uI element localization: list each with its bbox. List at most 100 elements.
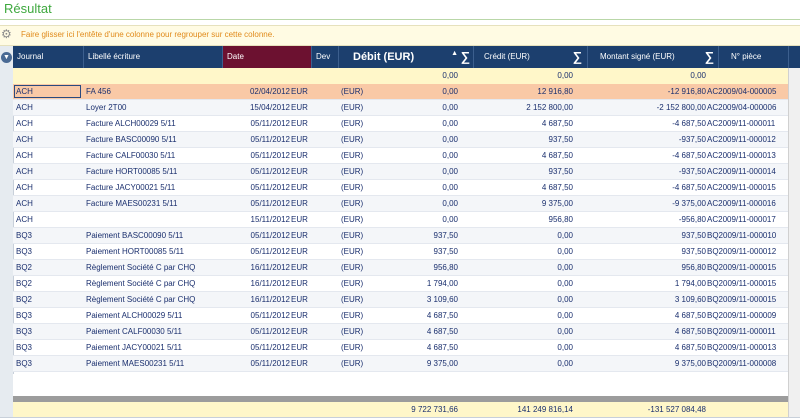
vertical-scrollbar[interactable] bbox=[788, 68, 800, 418]
column-header-libelle[interactable]: Libellé écriture bbox=[84, 46, 223, 68]
cell-devise[interactable]: EUR bbox=[291, 276, 311, 292]
cell-journal[interactable]: ACH bbox=[16, 84, 82, 100]
cell-credit[interactable]: 0,00 bbox=[474, 308, 573, 324]
cell-piece[interactable]: AC2009/04-000005 bbox=[707, 84, 787, 100]
cell-debit[interactable]: 4 687,50 bbox=[385, 324, 458, 340]
table-row[interactable]: BQ3 Paiement JACY00021 5/11 05/11/2012 EUR (… bbox=[13, 340, 788, 356]
cell-journal[interactable]: BQ3 bbox=[16, 308, 82, 324]
cell-piece[interactable]: BQ2009/11-000015 bbox=[707, 260, 787, 276]
cell-piece[interactable]: AC2009/11-000017 bbox=[707, 212, 787, 228]
column-header-debit[interactable]: Débit (EUR) ∑ ▲ bbox=[339, 46, 474, 68]
cell-credit[interactable]: 0,00 bbox=[474, 276, 573, 292]
cell-credit[interactable]: 937,50 bbox=[474, 132, 573, 148]
cell-piece[interactable]: BQ2009/11-000010 bbox=[707, 228, 787, 244]
cell-montant-signe[interactable]: 937,50 bbox=[588, 244, 706, 260]
cell-devise[interactable]: EUR bbox=[291, 212, 311, 228]
table-row[interactable]: BQ3 Paiement ALCH00029 5/11 05/11/2012 EUR (… bbox=[13, 308, 788, 324]
cell-credit[interactable]: 4 687,50 bbox=[474, 116, 573, 132]
column-header-piece[interactable]: N° pièce bbox=[719, 46, 788, 68]
cell-libelle[interactable]: Loyer 2T00 bbox=[86, 100, 221, 116]
cell-date[interactable]: 05/11/2012 bbox=[225, 180, 290, 196]
column-chooser-icon[interactable]: ▼ bbox=[1, 52, 12, 63]
cell-journal[interactable]: BQ3 bbox=[16, 324, 82, 340]
cell-credit[interactable]: 0,00 bbox=[474, 356, 573, 372]
cell-montant-signe[interactable]: 3 109,60 bbox=[588, 292, 706, 308]
column-header-journal[interactable]: Journal bbox=[13, 46, 84, 68]
cell-libelle[interactable]: Paiement MAES00231 5/11 bbox=[86, 356, 221, 372]
cell-montant-signe[interactable]: 1 794,00 bbox=[588, 276, 706, 292]
cell-journal[interactable]: ACH bbox=[16, 148, 82, 164]
cell-journal[interactable]: ACH bbox=[16, 180, 82, 196]
cell-piece[interactable]: AC2009/11-000013 bbox=[707, 148, 787, 164]
cell-montant-signe[interactable]: -2 152 800,00 bbox=[588, 100, 706, 116]
cell-piece[interactable]: BQ2009/11-000008 bbox=[707, 356, 787, 372]
cell-piece[interactable]: AC2009/04-000006 bbox=[707, 100, 787, 116]
cell-devise[interactable]: EUR bbox=[291, 308, 311, 324]
column-header-credit[interactable]: Crédit (EUR) ∑ bbox=[474, 46, 588, 68]
table-row[interactable]: ACH 15/11/2012 EUR (EUR) 0,00 956,80 -956,80 AC… bbox=[13, 212, 788, 228]
cell-piece[interactable]: AC2009/11-000012 bbox=[707, 132, 787, 148]
cell-piece[interactable]: BQ2009/11-000012 bbox=[707, 244, 787, 260]
cell-debit[interactable]: 0,00 bbox=[385, 196, 458, 212]
group-by-panel[interactable]: ⚙ Faire glisser ici l'entête d'une colon… bbox=[0, 25, 800, 46]
table-row[interactable]: BQ3 Paiement CALF00030 5/11 05/11/2012 EUR (… bbox=[13, 324, 788, 340]
cell-journal[interactable]: ACH bbox=[16, 116, 82, 132]
cell-credit[interactable]: 0,00 bbox=[474, 340, 573, 356]
cell-devise-label[interactable]: (EUR) bbox=[341, 356, 381, 372]
cell-montant-signe[interactable]: -4 687,50 bbox=[588, 180, 706, 196]
cell-montant-signe[interactable]: -9 375,00 bbox=[588, 196, 706, 212]
gear-icon[interactable]: ⚙ bbox=[1, 28, 13, 40]
cell-date[interactable]: 16/11/2012 bbox=[225, 276, 290, 292]
cell-devise-label[interactable]: (EUR) bbox=[341, 340, 381, 356]
cell-devise[interactable]: EUR bbox=[291, 84, 311, 100]
cell-credit[interactable]: 0,00 bbox=[474, 228, 573, 244]
cell-journal[interactable]: BQ2 bbox=[16, 292, 82, 308]
table-row[interactable]: BQ3 Paiement MAES00231 5/11 05/11/2012 EUR (… bbox=[13, 356, 788, 372]
cell-devise[interactable]: EUR bbox=[291, 292, 311, 308]
cell-devise-label[interactable]: (EUR) bbox=[341, 244, 381, 260]
cell-piece[interactable]: AC2009/11-000014 bbox=[707, 164, 787, 180]
cell-devise[interactable]: EUR bbox=[291, 148, 311, 164]
cell-devise[interactable]: EUR bbox=[291, 116, 311, 132]
cell-libelle[interactable]: Facture MAES00231 5/11 bbox=[86, 196, 221, 212]
cell-libelle[interactable]: FA 456 bbox=[86, 84, 221, 100]
cell-devise-label[interactable]: (EUR) bbox=[341, 180, 381, 196]
cell-debit[interactable]: 1 794,00 bbox=[385, 276, 458, 292]
table-row[interactable]: ACH Facture ALCH00029 5/11 05/11/2012 EUR (E… bbox=[13, 116, 788, 132]
cell-devise-label[interactable]: (EUR) bbox=[341, 324, 381, 340]
cell-devise-label[interactable]: (EUR) bbox=[341, 228, 381, 244]
cell-journal[interactable]: BQ3 bbox=[16, 228, 82, 244]
cell-libelle[interactable]: Facture CALF00030 5/11 bbox=[86, 148, 221, 164]
cell-devise-label[interactable]: (EUR) bbox=[341, 292, 381, 308]
cell-montant-signe[interactable]: -937,50 bbox=[588, 164, 706, 180]
cell-journal[interactable]: ACH bbox=[16, 212, 82, 228]
cell-devise[interactable]: EUR bbox=[291, 324, 311, 340]
cell-devise[interactable]: EUR bbox=[291, 180, 311, 196]
cell-debit[interactable]: 0,00 bbox=[385, 164, 458, 180]
cell-journal[interactable]: ACH bbox=[16, 164, 82, 180]
cell-date[interactable]: 05/11/2012 bbox=[225, 132, 290, 148]
cell-montant-signe[interactable]: 4 687,50 bbox=[588, 340, 706, 356]
cell-libelle[interactable]: Facture HORT00085 5/11 bbox=[86, 164, 221, 180]
cell-devise-label[interactable]: (EUR) bbox=[341, 100, 381, 116]
cell-debit[interactable]: 3 109,60 bbox=[385, 292, 458, 308]
cell-debit[interactable]: 0,00 bbox=[385, 148, 458, 164]
cell-devise[interactable]: EUR bbox=[291, 164, 311, 180]
cell-devise[interactable]: EUR bbox=[291, 196, 311, 212]
cell-date[interactable]: 05/11/2012 bbox=[225, 228, 290, 244]
cell-devise-label[interactable]: (EUR) bbox=[341, 148, 381, 164]
cell-devise-label[interactable]: (EUR) bbox=[341, 276, 381, 292]
cell-credit[interactable]: 4 687,50 bbox=[474, 180, 573, 196]
cell-montant-signe[interactable]: -4 687,50 bbox=[588, 116, 706, 132]
cell-montant-signe[interactable]: -12 916,80 bbox=[588, 84, 706, 100]
cell-journal[interactable]: ACH bbox=[16, 132, 82, 148]
cell-debit[interactable]: 0,00 bbox=[385, 180, 458, 196]
cell-piece[interactable]: BQ2009/11-000013 bbox=[707, 340, 787, 356]
cell-libelle[interactable]: Paiement HORT00085 5/11 bbox=[86, 244, 221, 260]
cell-journal[interactable]: BQ2 bbox=[16, 260, 82, 276]
cell-journal[interactable]: ACH bbox=[16, 196, 82, 212]
cell-libelle[interactable]: Paiement JACY00021 5/11 bbox=[86, 340, 221, 356]
cell-journal[interactable]: BQ3 bbox=[16, 244, 82, 260]
cell-date[interactable]: 02/04/2012 bbox=[225, 84, 290, 100]
sum-icon[interactable]: ∑ bbox=[461, 46, 470, 68]
